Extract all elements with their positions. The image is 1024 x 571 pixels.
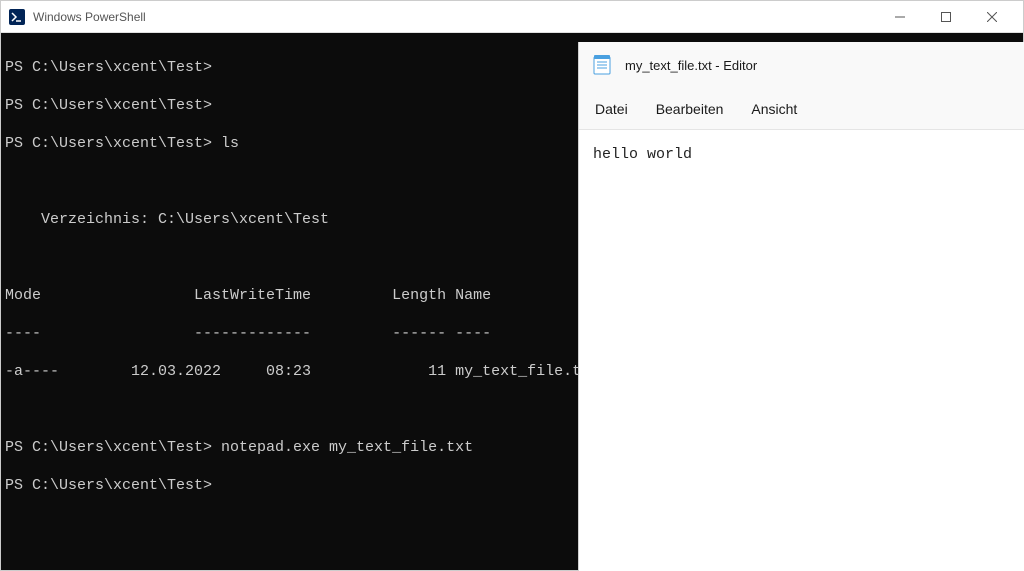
notepad-window: my_text_file.txt - Editor Datei Bearbeit… bbox=[578, 42, 1024, 571]
menu-edit[interactable]: Bearbeiten bbox=[656, 101, 724, 117]
menu-file[interactable]: Datei bbox=[595, 101, 628, 117]
notepad-editor[interactable]: hello world bbox=[579, 130, 1024, 571]
close-button[interactable] bbox=[969, 1, 1015, 33]
menu-view[interactable]: Ansicht bbox=[751, 101, 797, 117]
notepad-icon bbox=[593, 55, 611, 75]
notepad-titlebar[interactable]: my_text_file.txt - Editor bbox=[579, 42, 1024, 88]
notepad-content: hello world bbox=[593, 146, 692, 163]
powershell-titlebar[interactable]: Windows PowerShell bbox=[1, 1, 1023, 33]
maximize-button[interactable] bbox=[923, 1, 969, 33]
notepad-menubar: Datei Bearbeiten Ansicht bbox=[579, 88, 1024, 130]
minimize-button[interactable] bbox=[877, 1, 923, 33]
window-controls bbox=[877, 1, 1015, 33]
powershell-icon bbox=[9, 9, 25, 25]
notepad-title: my_text_file.txt - Editor bbox=[625, 58, 757, 73]
powershell-title: Windows PowerShell bbox=[33, 10, 877, 24]
